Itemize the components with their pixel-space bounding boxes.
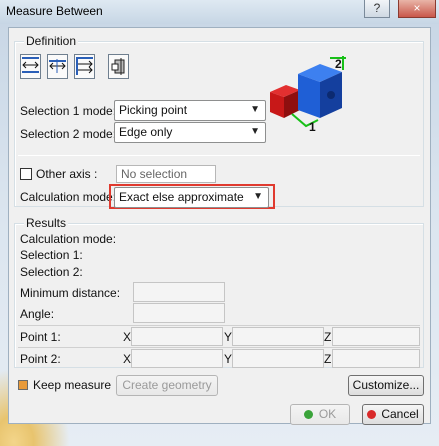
cancel-icon (367, 410, 377, 419)
other-axis-checkbox[interactable] (20, 168, 32, 180)
help-button[interactable]: ? (364, 0, 390, 18)
chevron-down-icon: ▼ (250, 104, 260, 115)
point1-y-label: Y (224, 330, 233, 344)
point2-z-label: Z (324, 352, 332, 366)
point1-z-field (332, 327, 420, 346)
preview-label-2: 2 (335, 57, 342, 71)
separator (18, 347, 420, 348)
cancel-label: Cancel (381, 407, 419, 421)
measure-item-icon[interactable] (108, 54, 129, 79)
measure-preview-diagram: 2 1 (270, 56, 346, 132)
measure-between-chained-icon[interactable] (47, 54, 68, 79)
point2-y-field (232, 349, 324, 368)
selection2-mode-label: Selection 2 mode: (20, 127, 117, 141)
point1-x-label: X (123, 330, 132, 344)
point2-y-label: Y (224, 352, 233, 366)
separator (18, 155, 420, 156)
selection2-mode-value: Edge only (119, 125, 173, 139)
separator (18, 325, 420, 326)
point1-label: Point 1: (20, 330, 61, 344)
cancel-button[interactable]: Cancel (362, 404, 424, 425)
ok-label: OK (318, 407, 337, 421)
minimum-distance-label: Minimum distance: (20, 286, 121, 300)
point1-z-label: Z (324, 330, 332, 344)
window-title: Measure Between (6, 4, 103, 18)
point2-x-field (131, 349, 223, 368)
selection1-mode-value: Picking point (119, 103, 188, 117)
preview-label-1: 1 (309, 120, 316, 132)
other-axis-field[interactable]: No selection (116, 165, 216, 183)
result-calculation-mode-label: Calculation mode: (20, 232, 117, 246)
point2-label: Point 2: (20, 352, 61, 366)
selection2-mode-select[interactable]: Edge only ▼ (114, 122, 266, 143)
result-selection2-label: Selection 2: (20, 265, 83, 279)
create-geometry-button[interactable]: Create geometry (116, 375, 218, 396)
customize-button[interactable]: Customize... (348, 375, 424, 396)
selection1-mode-label: Selection 1 mode: (20, 104, 117, 118)
definition-group-label: Definition (24, 34, 79, 48)
result-selection1-label: Selection 1: (20, 248, 83, 262)
calculation-mode-value: Exact else approximate (119, 190, 244, 204)
help-icon: ? (373, 1, 381, 15)
point1-x-field (131, 327, 223, 346)
keep-measure-label: Keep measure (33, 378, 112, 392)
ok-icon (303, 410, 313, 419)
chevron-down-icon: ▼ (253, 191, 263, 202)
angle-label: Angle: (20, 307, 55, 321)
calculation-mode-label: Calculation mode: (20, 190, 117, 204)
calculation-mode-select[interactable]: Exact else approximate ▼ (114, 187, 269, 208)
minimum-distance-field (133, 282, 225, 302)
point2-z-field (332, 349, 420, 368)
close-button[interactable]: × (398, 0, 436, 18)
selection1-mode-select[interactable]: Picking point ▼ (114, 100, 266, 121)
measure-between-fan-icon[interactable] (74, 54, 95, 79)
point2-x-label: X (123, 352, 132, 366)
angle-field (133, 303, 225, 323)
ok-button[interactable]: OK (290, 404, 350, 425)
results-group-label: Results (24, 216, 69, 230)
measure-between-icon[interactable] (20, 54, 41, 79)
other-axis-label: Other axis : (36, 167, 98, 181)
chevron-down-icon: ▼ (250, 126, 260, 137)
keep-measure-checkbox[interactable] (18, 380, 28, 390)
point1-y-field (232, 327, 324, 346)
close-icon: × (413, 1, 421, 15)
